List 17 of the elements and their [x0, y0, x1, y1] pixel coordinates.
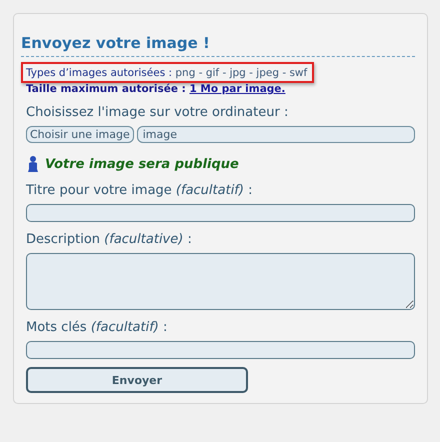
types-label: Types d’images autorisées :	[26, 67, 172, 79]
field-label: Titre pour votre image (facultatif) :	[26, 183, 254, 198]
choose-label: Choisissez l'image sur votre ordinateur :	[26, 105, 290, 120]
form-title: Envoyez votre image !	[21, 34, 415, 57]
public-notice: Votre image sera publique	[45, 156, 239, 172]
types-value: png - gif - jpg - jpeg - swf	[175, 67, 308, 79]
field-label: Mots clés (facultatif) :	[26, 320, 168, 335]
max-size-label: Taille maximum autorisée :	[26, 83, 186, 95]
file-name-field[interactable]: image	[136, 126, 415, 143]
submit-button[interactable]: Envoyer	[26, 367, 248, 393]
max-size-link[interactable]: 1 Mo par image.	[189, 83, 286, 95]
choose-file-button[interactable]: Choisir une image	[26, 126, 134, 143]
input-field[interactable]	[26, 341, 415, 359]
description-field[interactable]	[26, 253, 415, 310]
field-label: Description (facultative) :	[26, 232, 193, 247]
person-icon	[27, 155, 39, 173]
input-field[interactable]	[26, 204, 415, 222]
